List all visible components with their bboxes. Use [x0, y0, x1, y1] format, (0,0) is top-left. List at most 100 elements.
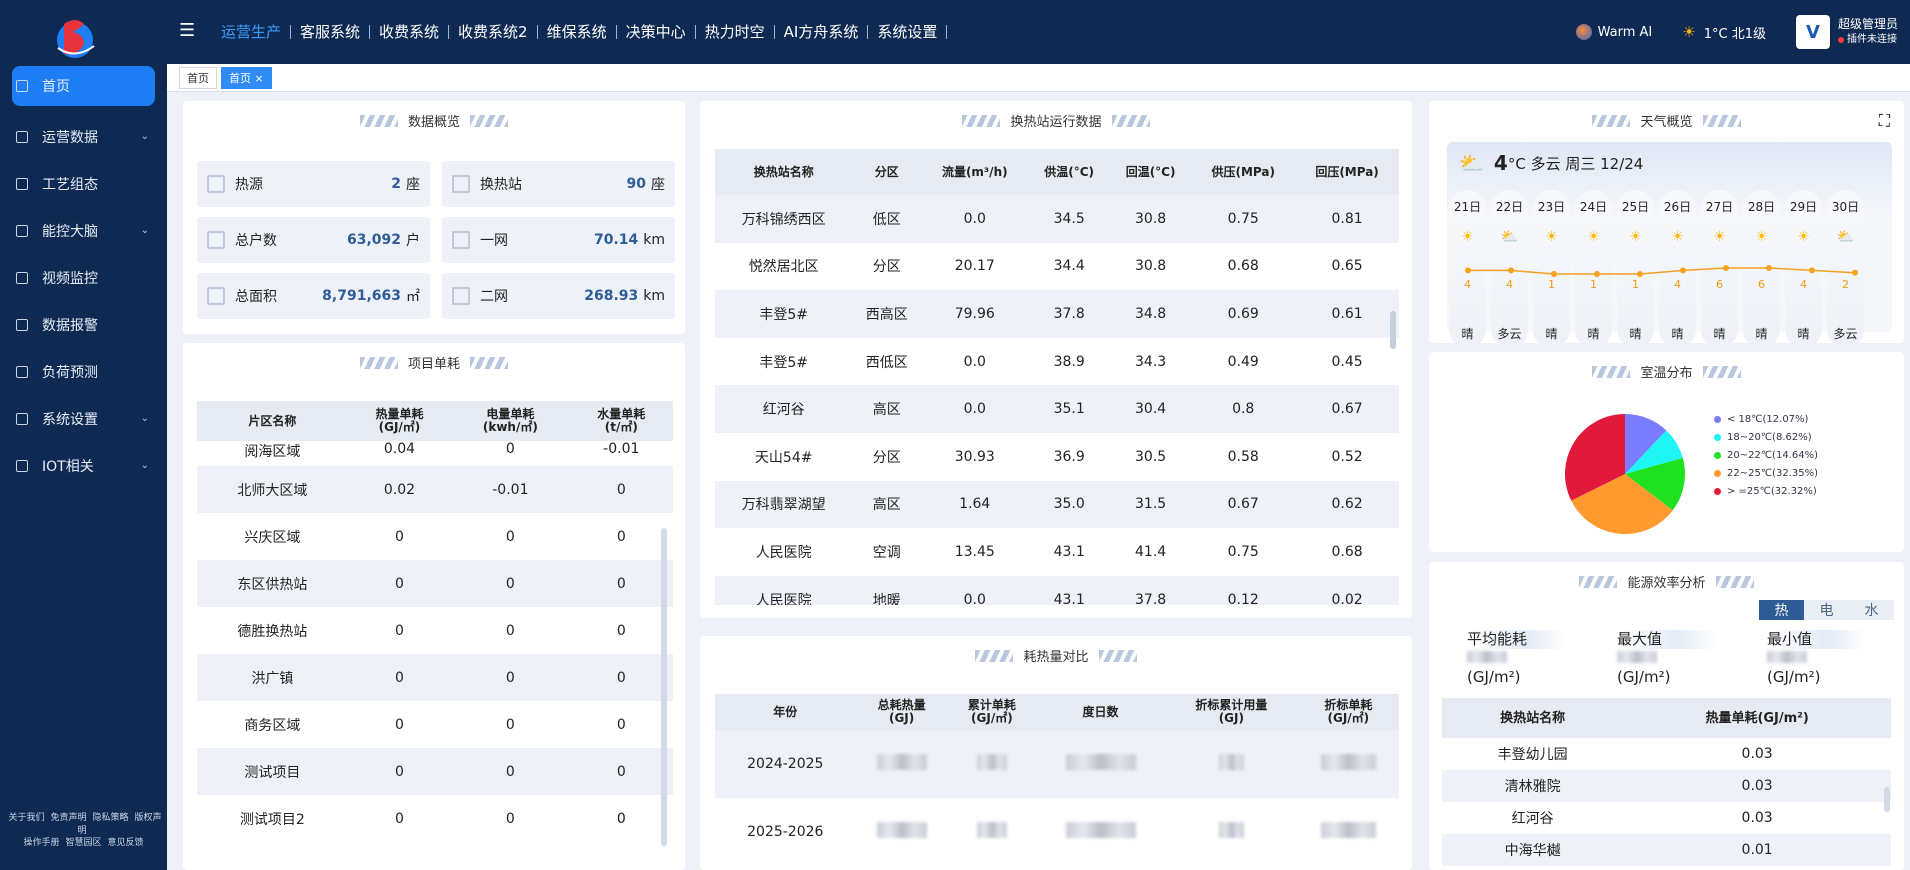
table-row[interactable]: 人民医院 空调 13.45 43.1 41.4 0.75 0.68 — [715, 528, 1399, 576]
energy-metric: 最小值 (GJ/m²) — [1767, 630, 1904, 687]
table-row[interactable]: 天山54# 分区 30.93 36.9 30.5 0.58 0.52 — [715, 433, 1399, 481]
table-row[interactable]: 测试项目 0 0 0 — [197, 748, 673, 795]
nav-item-1[interactable]: 客服系统 — [291, 25, 371, 40]
nav-item-2[interactable]: 收费系统 — [370, 25, 450, 40]
table-row[interactable]: 丰登幼儿园 0.03 — [1442, 738, 1891, 770]
table-row[interactable]: 万科锦绣西区 低区 0.0 34.5 30.8 0.75 0.81 — [715, 195, 1399, 243]
table-cell: 0.01 — [1623, 834, 1891, 866]
footer-link[interactable]: 意见反馈 — [108, 838, 144, 848]
table-row[interactable]: 东区供热站 0 0 0 — [197, 560, 673, 607]
table-row[interactable]: 红河谷 0.03 — [1442, 802, 1891, 834]
energy-type-2[interactable]: 水 — [1849, 600, 1894, 620]
table-cell: 1.64 — [921, 480, 1029, 529]
pipe-icon — [452, 231, 470, 249]
table-cell: 35.1 — [1028, 385, 1110, 433]
footer-link[interactable]: 关于我们 — [8, 813, 44, 823]
sun-icon: ☀ — [1461, 229, 1474, 245]
table-cell: 0 — [616, 810, 626, 827]
table-row[interactable]: 北师大区域 0.02 -0.01 0 — [197, 466, 673, 513]
user-box[interactable]: 超级管理员 插件未连接 — [1837, 17, 1898, 47]
footer-link[interactable]: 隐私策略 — [93, 813, 129, 823]
sidebar-item-3[interactable]: 能控大脑 ⌄ — [0, 207, 167, 254]
table-row[interactable]: 德胜换热站 0 0 0 — [197, 607, 673, 654]
stat-label: 换热站 — [480, 177, 522, 193]
temp-trend-line — [1468, 267, 1856, 275]
table-row[interactable]: 洪广镇 0 0 0 — [197, 654, 673, 701]
legend-item[interactable]: 22~25℃(32.35%) — [1714, 468, 1818, 479]
energy-title: 能源效率分析 — [1429, 572, 1904, 591]
blurred-cell — [1165, 798, 1298, 866]
table-row[interactable]: 2024-2025 — [715, 730, 1399, 798]
sidebar-item-5[interactable]: 数据报警 — [0, 301, 167, 348]
nav-item-6[interactable]: 热力时空 — [696, 25, 775, 40]
menu-toggle-icon[interactable]: ☰ — [179, 20, 195, 41]
table-cell: 悦然居北区 — [748, 259, 819, 276]
table-row[interactable]: 万科翡翠湖望 高区 1.64 35.0 31.5 0.67 0.62 — [715, 480, 1399, 529]
table-row[interactable]: 人民医院 地暖 0.0 43.1 37.8 0.12 0.02 — [715, 575, 1399, 605]
table-row[interactable]: 测试项目2 0 0 0 — [197, 795, 673, 842]
nav-item-5[interactable]: 决策中心 — [617, 25, 696, 40]
warm-ai-button[interactable]: Warm AI — [1575, 24, 1652, 40]
table-row[interactable]: 清林雅院 0.03 — [1442, 770, 1891, 802]
table-cell: 0 — [347, 748, 452, 795]
blurred-value — [1467, 651, 1507, 663]
table-cell: 西低区 — [865, 354, 908, 371]
table-cell: 商务区域 — [244, 717, 301, 734]
sidebar-item-4[interactable]: 视频监控 — [0, 254, 167, 301]
project-table-wrap[interactable]: 片区名称 热量单耗 (GJ/㎡) 电量单耗 (kwh/㎡) 水量单耗 (t/㎡) 阅海区… — [197, 401, 673, 861]
station-scrollbar[interactable] — [1390, 311, 1396, 349]
temp-point — [1809, 267, 1815, 274]
table-row[interactable]: 丰登5# 西高区 79.96 37.8 34.8 0.69 0.61 — [715, 290, 1399, 338]
station-table-wrap[interactable]: 换热站名称 分区 流量(m³/h) 供温(°C) 回温(°C) 供压(MPa) 回压(MPa… — [715, 149, 1399, 605]
table-row[interactable]: 红河谷 高区 0.0 35.1 30.4 0.8 0.67 — [715, 385, 1399, 433]
table-cell: 0.02 — [1295, 575, 1399, 605]
table-cell: 0.52 — [1331, 448, 1363, 465]
table-row[interactable]: 悦然居北区 分区 20.17 34.4 30.8 0.68 0.65 — [715, 243, 1399, 291]
sidebar-item-1[interactable]: 运营数据 ⌄ — [0, 113, 167, 160]
nav-item-4[interactable]: 维保系统 — [538, 25, 617, 40]
room-temp-pie[interactable] — [1563, 412, 1687, 536]
sidebar-item-7[interactable]: 系统设置 ⌄ — [0, 395, 167, 442]
sidebar-item-2[interactable]: 工艺组态 — [0, 160, 167, 207]
energy-scrollbar[interactable] — [1884, 787, 1890, 812]
energy-type-1[interactable]: 电 — [1804, 600, 1849, 620]
table-cell: 分区 — [872, 449, 901, 466]
footer-link[interactable]: 智慧园区 — [65, 838, 101, 848]
footer-link[interactable]: 操作手册 — [23, 838, 59, 848]
fullscreen-icon[interactable]: ⛶ — [1879, 111, 1890, 131]
table-row[interactable]: 2025-2026 — [715, 798, 1399, 866]
project-scrollbar[interactable] — [661, 528, 667, 846]
forecast-date: 24日 — [1579, 200, 1608, 214]
legend-item[interactable]: > =25℃(32.32%) — [1714, 486, 1818, 497]
weather-current: ⛅ 4 °C 多云 周三 12/24 — [1459, 151, 1643, 175]
energy-type-0[interactable]: 热 — [1759, 600, 1804, 620]
sidebar-item-0[interactable]: 首页 — [12, 66, 155, 106]
legend-item[interactable]: < 18℃(12.07%) — [1714, 414, 1818, 425]
table-row[interactable]: 商务区域 0 0 0 — [197, 701, 673, 748]
grid-icon — [16, 459, 28, 472]
table-row[interactable]: 兴庆区域 0 0 0 — [197, 513, 673, 560]
top-right: Warm AI ☀ 1°C 北1级 V 超级管理员 插件未连接 — [1575, 0, 1910, 64]
heat-source-icon — [207, 175, 225, 193]
legend-item[interactable]: 18~20℃(8.62%) — [1714, 432, 1818, 443]
tab-home-breadcrumb[interactable]: 首页 — [179, 66, 217, 89]
table-row[interactable]: 阅海区域 0.04 0 -0.01 — [197, 441, 673, 466]
nav-item-3[interactable]: 收费系统2 — [449, 25, 538, 40]
legend-swatch — [1714, 452, 1721, 459]
table-cell: 0.61 — [1295, 290, 1399, 338]
sidebar-item-6[interactable]: 负荷预测 — [0, 348, 167, 395]
nav-item-0[interactable]: 运营生产 — [212, 25, 292, 40]
user-avatar[interactable]: V — [1795, 15, 1830, 49]
forecast-date: 27日 — [1705, 200, 1734, 214]
nav-item-8[interactable]: 系统设置 — [868, 25, 948, 40]
table-row[interactable]: 中海华樾 0.01 — [1442, 834, 1891, 866]
nav-item-7[interactable]: AI方舟系统 — [775, 25, 869, 40]
legend-label: 20~22℃(14.64%) — [1727, 450, 1818, 461]
table-row[interactable]: 丰登5# 西低区 0.0 38.9 34.3 0.49 0.45 — [715, 338, 1399, 386]
blurred-cell — [1036, 730, 1166, 798]
tab-home-active[interactable]: 首页 × — [221, 66, 272, 89]
stat-card: 总面积 8,791,663 ㎡ — [197, 273, 430, 319]
footer-link[interactable]: 免责声明 — [50, 813, 86, 823]
legend-item[interactable]: 20~22℃(14.64%) — [1714, 450, 1818, 461]
sidebar-item-8[interactable]: IOT相关 ⌄ — [0, 442, 167, 489]
